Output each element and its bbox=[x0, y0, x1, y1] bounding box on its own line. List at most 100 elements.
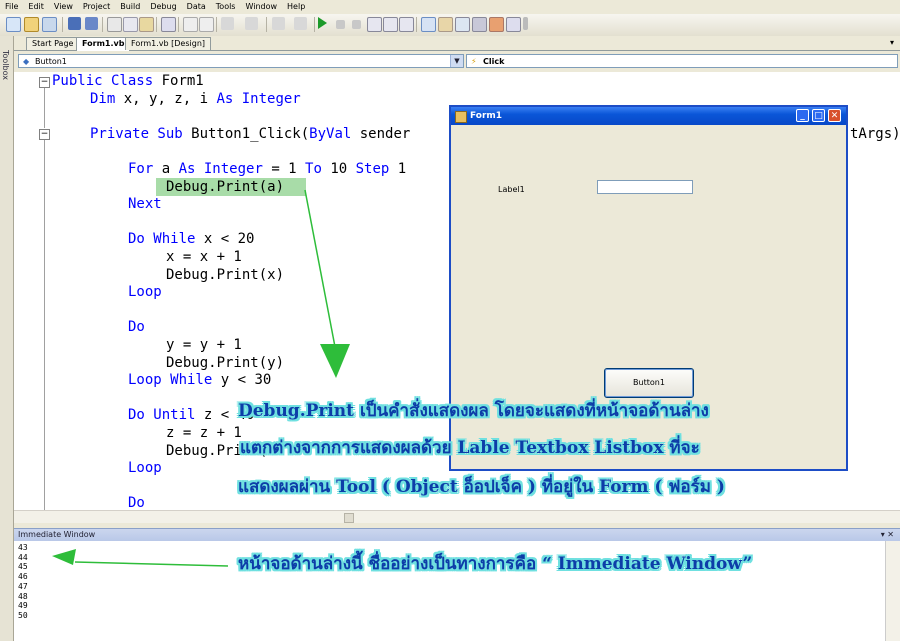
document-tabs: Start Page Form1.vb Form1.vb [Design] ▾ bbox=[14, 36, 900, 51]
cut-icon[interactable] bbox=[107, 17, 122, 32]
close-icon[interactable]: ✕ bbox=[828, 109, 841, 122]
menu-tools[interactable]: Tools bbox=[211, 0, 241, 11]
code-line: Do Until z < 40 bbox=[128, 407, 254, 425]
code-token: Debug.Print(y) bbox=[166, 354, 285, 371]
form1-title: Form1 bbox=[470, 111, 503, 121]
code-keyword: Do bbox=[128, 319, 145, 336]
code-token: x = x + 1 bbox=[166, 249, 242, 265]
immediate-window-header: Immediate Window ▾ ✕ bbox=[14, 528, 900, 541]
start-page-icon[interactable] bbox=[489, 17, 504, 32]
solution-explorer-icon[interactable] bbox=[421, 17, 436, 32]
toolbox-label[interactable]: Toolbox bbox=[1, 50, 10, 80]
textbox1[interactable] bbox=[597, 180, 693, 194]
code-token: a bbox=[153, 161, 179, 177]
menu-view[interactable]: View bbox=[49, 0, 78, 11]
code-token: Debug.Print(x) bbox=[166, 266, 285, 283]
code-token: = 1 bbox=[262, 161, 306, 177]
menu-project[interactable]: Project bbox=[78, 0, 115, 11]
code-line: Do While x < 20 bbox=[128, 231, 254, 249]
undo-icon[interactable] bbox=[221, 17, 234, 30]
toolbar-separator bbox=[266, 17, 267, 32]
tab-form1-design[interactable]: Form1.vb [Design] bbox=[125, 37, 212, 50]
copy-icon[interactable] bbox=[123, 17, 138, 32]
code-keyword: Do bbox=[128, 495, 145, 510]
code-token: 1 bbox=[389, 161, 407, 177]
pause-icon[interactable] bbox=[336, 20, 345, 29]
code-keyword: Loop bbox=[128, 460, 162, 477]
toolbox-strip[interactable]: Toolbox bbox=[0, 36, 14, 641]
toolbox-icon[interactable] bbox=[472, 17, 487, 32]
event-icon: ⚡ bbox=[471, 57, 477, 66]
start-debugging-icon[interactable] bbox=[318, 17, 327, 29]
tab-form1-code[interactable]: Form1.vb bbox=[76, 37, 131, 51]
code-keyword: To bbox=[305, 161, 322, 177]
find-icon[interactable] bbox=[161, 17, 176, 32]
save-all-icon[interactable] bbox=[85, 17, 98, 30]
maximize-icon[interactable]: □ bbox=[812, 109, 825, 122]
menu-help[interactable]: Help bbox=[282, 0, 310, 11]
code-line: Debug.Print(a) bbox=[166, 179, 284, 197]
stop-icon[interactable] bbox=[352, 20, 361, 29]
code-token: Button1_Click( bbox=[182, 125, 310, 142]
annotation-line-4: หน้าจอด้านล่างนี้ ชื่ออย่างเป็นทางการคือ… bbox=[238, 554, 753, 574]
toolbar-separator bbox=[62, 17, 63, 32]
step-over-icon[interactable] bbox=[383, 17, 398, 32]
menu-file[interactable]: File bbox=[0, 0, 23, 11]
menu-bar: File Edit View Project Build Debug Data Tools Wi… bbox=[0, 0, 900, 14]
form1-titlebar[interactable]: Form1 _ □ ✕ bbox=[451, 107, 846, 125]
code-line: Public Class Form1 bbox=[52, 73, 204, 91]
paste-icon[interactable] bbox=[139, 17, 154, 32]
label1: Label1 bbox=[498, 185, 525, 194]
navigate-back-icon[interactable] bbox=[272, 17, 285, 30]
class-name-combo[interactable]: ◆ Button1 ▼ bbox=[18, 54, 464, 68]
menu-edit[interactable]: Edit bbox=[23, 0, 49, 11]
horizontal-scrollbar[interactable] bbox=[14, 510, 900, 523]
code-line: Loop bbox=[128, 284, 162, 302]
tab-dropdown-icon[interactable]: ▾ bbox=[890, 38, 894, 47]
code-keyword: Public Class bbox=[52, 73, 154, 89]
code-line: x = x + 1 bbox=[166, 249, 242, 267]
code-keyword: For bbox=[128, 161, 154, 177]
other-windows-icon[interactable] bbox=[506, 17, 521, 32]
add-item-icon[interactable] bbox=[42, 17, 57, 32]
output-line: 47 bbox=[18, 581, 28, 591]
chevron-down-icon[interactable]: ▼ bbox=[450, 55, 463, 67]
step-into-icon[interactable] bbox=[367, 17, 382, 32]
menu-build[interactable]: Build bbox=[115, 0, 145, 11]
pin-icon[interactable]: ▾ ✕ bbox=[881, 529, 894, 541]
code-keyword: Do While bbox=[128, 231, 196, 248]
uncomment-icon[interactable] bbox=[199, 17, 214, 32]
vertical-scrollbar[interactable] bbox=[885, 541, 900, 641]
properties-icon[interactable] bbox=[438, 17, 453, 32]
code-keyword: Loop bbox=[128, 284, 162, 301]
annotation-line-3: แสดงผลผ่าน Tool ( Object อ็อปเจ็ค ) ที่อ… bbox=[238, 477, 725, 497]
code-line: Private Sub Button1_Click(ByVal sender bbox=[90, 126, 410, 144]
code-line: Do bbox=[128, 319, 145, 337]
menu-data[interactable]: Data bbox=[182, 0, 211, 11]
code-keyword: Dim bbox=[90, 90, 116, 107]
toolbar-options-icon[interactable] bbox=[523, 17, 528, 30]
code-line: For a As Integer = 1 To 10 Step 1 bbox=[128, 161, 406, 179]
comment-icon[interactable] bbox=[183, 17, 198, 32]
tab-start-page[interactable]: Start Page bbox=[26, 37, 80, 50]
minimize-icon[interactable]: _ bbox=[796, 109, 809, 122]
object-browser-icon[interactable] bbox=[455, 17, 470, 32]
step-out-icon[interactable] bbox=[399, 17, 414, 32]
code-token: y < 30 bbox=[212, 372, 272, 389]
navigate-forward-icon[interactable] bbox=[294, 17, 307, 30]
code-line: y = y + 1 bbox=[166, 337, 242, 355]
save-icon[interactable] bbox=[68, 17, 81, 30]
toolbar-separator bbox=[102, 17, 103, 32]
redo-icon[interactable] bbox=[245, 17, 258, 30]
menu-window[interactable]: Window bbox=[240, 0, 282, 11]
new-project-icon[interactable] bbox=[6, 17, 21, 32]
scroll-thumb[interactable] bbox=[344, 513, 354, 523]
menu-debug[interactable]: Debug bbox=[145, 0, 181, 11]
toolbar-separator bbox=[156, 17, 157, 32]
method-name-combo[interactable]: ⚡ Click bbox=[466, 54, 898, 68]
code-token: Form1 bbox=[153, 73, 204, 89]
open-file-icon[interactable] bbox=[24, 17, 39, 32]
toolbar-separator bbox=[314, 17, 315, 32]
button1[interactable]: Button1 bbox=[604, 368, 694, 398]
code-token: z = z + 1 bbox=[166, 425, 242, 441]
